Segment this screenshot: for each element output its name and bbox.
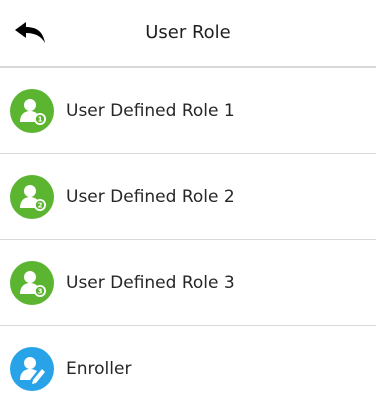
list-item-user-defined-role-2[interactable]: 2 User Defined Role 2 (0, 154, 376, 240)
role-label: User Defined Role 3 (66, 273, 235, 293)
role-label: User Defined Role 1 (66, 101, 235, 121)
user-role-2-icon: 2 (10, 175, 54, 219)
role-list: 1 User Defined Role 1 2 User Defined Rol… (0, 68, 376, 412)
badge-number: 3 (38, 288, 43, 296)
back-button[interactable] (8, 18, 52, 48)
enroller-icon (10, 347, 54, 391)
badge-number: 2 (38, 202, 43, 210)
header: User Role (0, 0, 376, 66)
user-role-3-icon: 3 (10, 261, 54, 305)
user-role-1-icon: 1 (10, 89, 54, 133)
role-label: Enroller (66, 359, 132, 379)
list-item-user-defined-role-1[interactable]: 1 User Defined Role 1 (0, 68, 376, 154)
back-arrow-icon (15, 22, 45, 43)
role-label: User Defined Role 2 (66, 187, 235, 207)
user-role-screen: User Role 1 User Defined Role 1 2 User D… (0, 0, 376, 416)
badge-number: 1 (38, 116, 43, 124)
list-item-user-defined-role-3[interactable]: 3 User Defined Role 3 (0, 240, 376, 326)
page-title: User Role (145, 22, 231, 43)
list-item-enroller[interactable]: Enroller (0, 326, 376, 412)
